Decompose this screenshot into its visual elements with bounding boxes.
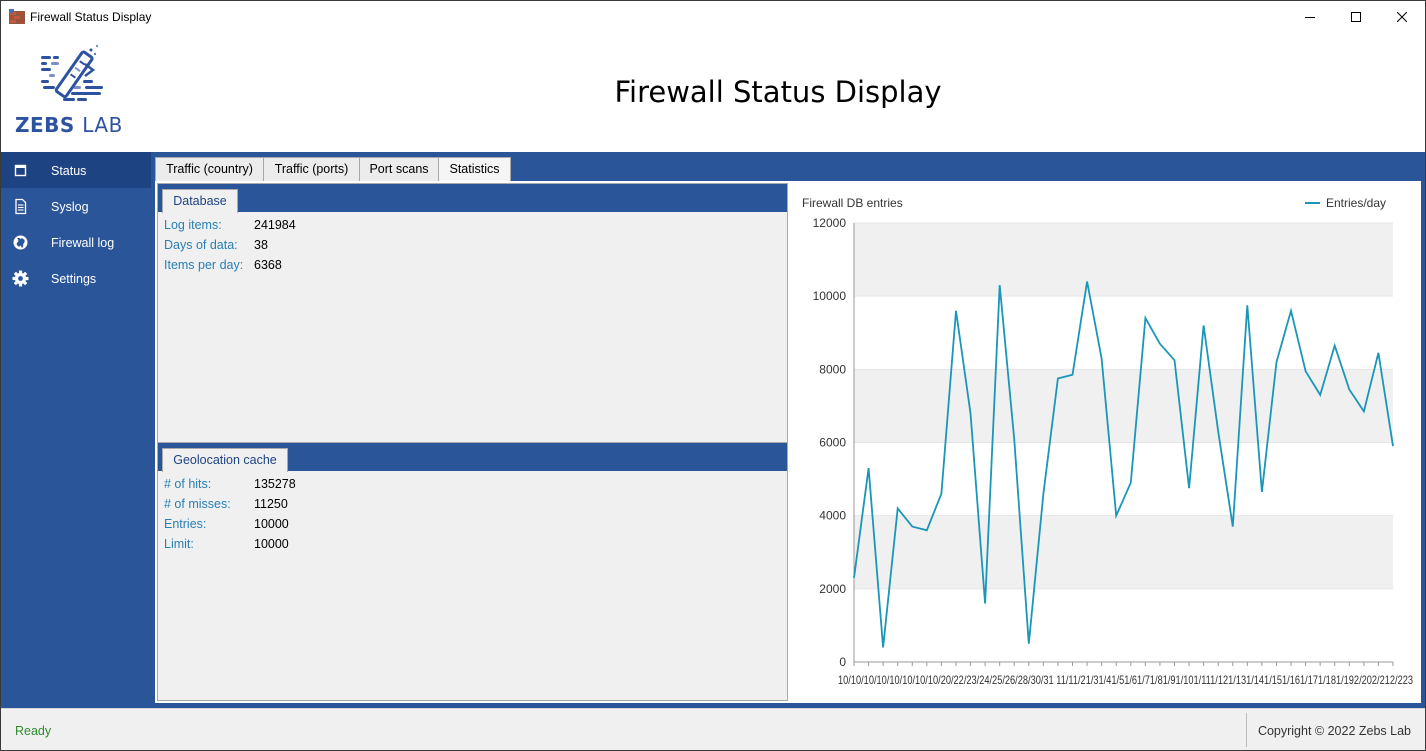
sidebar-item-label: Status xyxy=(51,164,87,178)
copyright-text: Copyright © 2022 Zebs Lab xyxy=(1257,724,1411,738)
y-tick-label: 6000 xyxy=(819,436,846,450)
tab-statistics[interactable]: Statistics xyxy=(438,157,511,181)
sidebar-item-settings[interactable]: Settings xyxy=(1,260,151,296)
tab-traffic-country[interactable]: Traffic (country) xyxy=(155,157,264,181)
sidebar-item-label: Syslog xyxy=(51,200,89,214)
window-icon xyxy=(14,164,27,177)
close-icon xyxy=(1397,11,1407,22)
entries-label: Entries: xyxy=(164,517,207,531)
sidebar-item-firewall-log[interactable]: Firewall log xyxy=(1,224,151,260)
misses-value: 11250 xyxy=(254,497,288,511)
app-window: Firewall Status Display ZEBS LAB Firewal… xyxy=(0,0,1426,751)
grid-band xyxy=(854,223,1393,297)
minimize-icon xyxy=(1305,16,1315,18)
x-tick-labels: 10/10/10/10/10/10/10/10/20/22/23/24/25/2… xyxy=(838,673,1413,687)
status-text: Ready xyxy=(15,724,52,738)
globe-icon xyxy=(13,235,28,250)
main-content: Traffic (country) Traffic (ports) Port s… xyxy=(151,152,1425,708)
chart-panel: 0 2000 4000 6000 8000 10000 12000 10/10/10/10/1… xyxy=(790,183,1417,701)
database-tab-strip xyxy=(158,184,787,212)
y-tick-label: 8000 xyxy=(819,362,846,376)
series-line-entries-per-day xyxy=(853,281,1394,648)
days-of-data-value: 38 xyxy=(254,238,268,252)
window-title: Firewall Status Display xyxy=(30,10,152,24)
minimize-button[interactable] xyxy=(1287,1,1333,32)
log-items-label: Log items: xyxy=(164,218,222,232)
y-tick-label: 12000 xyxy=(813,216,847,230)
logo-text: ZEBS LAB xyxy=(15,113,123,137)
sidebar-item-status[interactable]: Status xyxy=(1,152,151,188)
maximize-icon xyxy=(1351,11,1361,22)
grid-band xyxy=(854,515,1393,589)
page-title: Firewall Status Display xyxy=(614,75,942,109)
title-bar: Firewall Status Display xyxy=(1,1,1425,32)
tab-database[interactable]: Database xyxy=(162,189,238,213)
hits-label: # of hits: xyxy=(164,477,212,491)
geolocation-panel: Geolocation cache # of hits: 135278 # of… xyxy=(157,442,788,701)
status-separator xyxy=(1246,713,1247,747)
tab-port-scans[interactable]: Port scans xyxy=(359,157,439,181)
items-per-day-label: Items per day: xyxy=(164,258,244,272)
sidebar-item-label: Settings xyxy=(51,272,97,286)
app-header: ZEBS LAB Firewall Status Display xyxy=(1,32,1425,152)
entries-value: 10000 xyxy=(254,517,289,531)
database-panel: Database Log items: 241984 Days of data:… xyxy=(157,183,788,444)
y-tick-label: 2000 xyxy=(819,582,846,596)
chart-title: Firewall DB entries xyxy=(802,196,903,210)
tab-geolocation-cache[interactable]: Geolocation cache xyxy=(162,448,288,472)
log-items-value: 241984 xyxy=(254,218,296,232)
sidebar-item-label: Firewall log xyxy=(51,236,115,250)
maximize-button[interactable] xyxy=(1333,1,1379,32)
close-button[interactable] xyxy=(1379,1,1425,32)
items-per-day-value: 6368 xyxy=(254,258,282,272)
document-icon xyxy=(15,198,27,215)
statistics-panel: Database Log items: 241984 Days of data:… xyxy=(155,181,1421,703)
days-of-data-label: Days of data: xyxy=(164,238,238,252)
y-tick-label: 10000 xyxy=(813,289,847,303)
firewall-db-entries-chart: 0 2000 4000 6000 8000 10000 12000 10/10/10/10/1… xyxy=(802,196,1413,687)
sidebar-item-syslog[interactable]: Syslog xyxy=(1,188,151,224)
hits-value: 135278 xyxy=(254,477,296,491)
status-bar: Ready Copyright © 2022 Zebs Lab xyxy=(1,708,1425,750)
gear-icon xyxy=(12,270,29,287)
y-tick-label: 0 xyxy=(839,655,846,669)
limit-value: 10000 xyxy=(254,537,289,551)
y-tick-label: 4000 xyxy=(819,509,846,523)
tab-traffic-ports[interactable]: Traffic (ports) xyxy=(263,157,360,181)
brick-wall-icon xyxy=(9,9,25,24)
limit-label: Limit: xyxy=(164,537,194,551)
sidebar: Status Syslog Firewall log Settings xyxy=(1,152,151,708)
misses-label: # of misses: xyxy=(164,497,231,511)
legend-label: Entries/day xyxy=(1326,196,1386,210)
